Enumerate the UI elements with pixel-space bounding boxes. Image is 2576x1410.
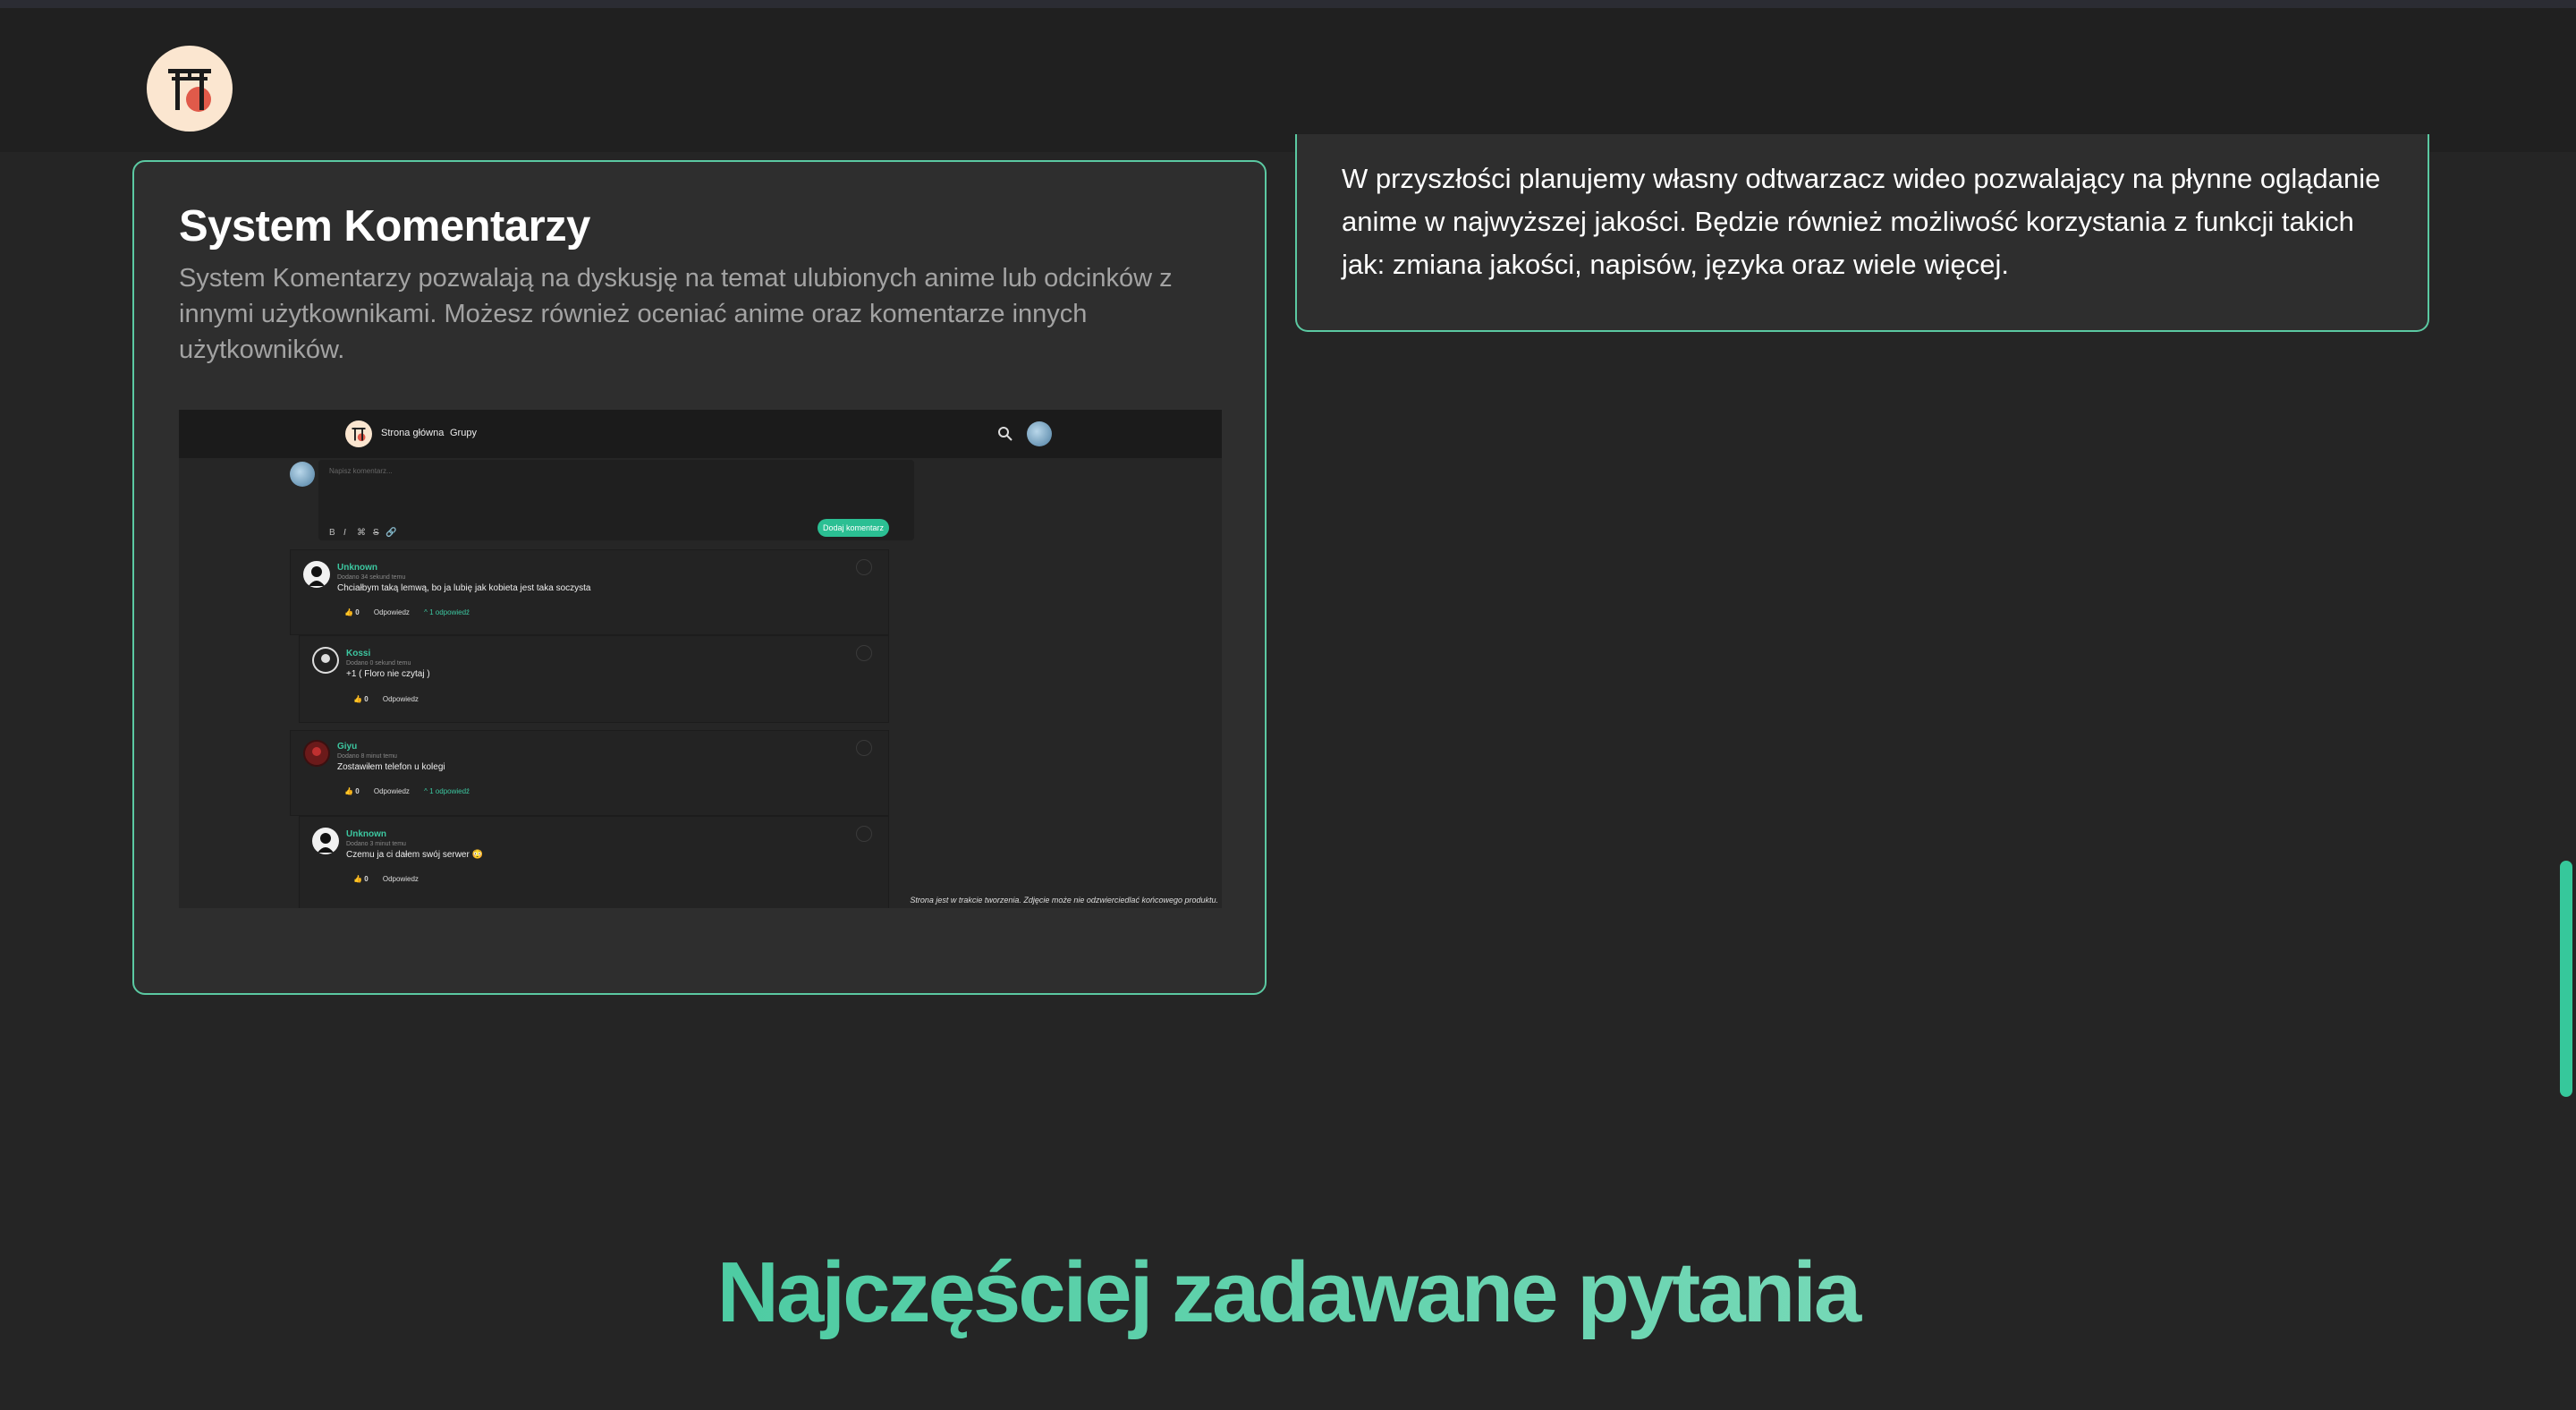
comment-text: Zostawiłem telefon u kolegi — [337, 762, 445, 772]
spoiler-icon: ⌘ — [357, 528, 366, 538]
comment-avatar — [303, 740, 330, 767]
replies-toggle: ^ 1 odpowiedź — [424, 787, 470, 795]
search-icon — [998, 427, 1013, 441]
like-count: 👍 0 — [353, 875, 369, 883]
like-count: 👍 0 — [344, 787, 360, 795]
comments-preview-image: Strona główna Grupy Napisz komentarz... … — [179, 410, 1222, 908]
comment-menu-icon — [856, 559, 872, 575]
card-description: System Komentarzy pozwalają na dyskusję … — [179, 264, 1173, 364]
comment-menu-icon — [856, 740, 872, 756]
card-title: System Komentarzy — [179, 202, 590, 251]
comment-actions: 👍 0 Odpowiedz ^ 1 odpowiedź — [344, 787, 482, 795]
reply-link: Odpowiedz — [382, 875, 419, 883]
comment-text: Chciałbym taką lemwą, bo ja lubię jak ko… — [337, 583, 591, 593]
faq-heading: Najczęściej zadawane pytania — [0, 1244, 2576, 1342]
comment-text: +1 ( Floro nie czytaj ) — [346, 669, 430, 679]
comment-actions: 👍 0 Odpowiedz ^ 1 odpowiedź — [344, 608, 482, 616]
editor-avatar — [290, 462, 315, 487]
card-description: W przyszłości planujemy własny odtwarzac… — [1342, 163, 2381, 280]
comment-reply-item: Unknown Dodano 3 minut temu Czemu ja ci … — [299, 816, 889, 908]
user-silhouette-icon — [309, 566, 325, 586]
site-logo[interactable] — [147, 46, 233, 132]
strike-icon: S — [373, 528, 379, 538]
preview-logo — [345, 420, 372, 447]
bold-icon: B — [329, 528, 335, 538]
replies-toggle: ^ 1 odpowiedź — [424, 608, 470, 616]
comment-item: Giyu Dodano 8 minut temu Zostawiłem tele… — [290, 730, 889, 816]
comment-time: Dodano 34 sekund temu — [337, 574, 406, 581]
preview-nav-groups: Grupy — [450, 428, 477, 438]
torii-logo-icon — [352, 428, 366, 442]
comment-actions: 👍 0 Odpowiedz — [353, 695, 431, 703]
user-avatar-icon — [305, 742, 328, 765]
comment-time: Dodano 3 minut temu — [346, 841, 406, 847]
add-comment-button: Dodaj komentarz — [818, 519, 889, 537]
comment-avatar — [312, 828, 339, 854]
preview-navbar: Strona główna Grupy — [179, 410, 1222, 458]
comment-avatar — [312, 647, 339, 674]
like-count: 👍 0 — [344, 608, 360, 616]
top-border — [0, 0, 2576, 8]
site-header — [0, 8, 2576, 152]
page-scrollbar[interactable] — [2560, 861, 2572, 1097]
user-avatar-icon — [314, 649, 337, 672]
feature-card-video-player: W przyszłości planujemy własny odtwarzac… — [1295, 134, 2429, 332]
comment-text: Czemu ja ci dałem swój serwer 😳 — [346, 850, 484, 860]
torii-logo-icon — [168, 69, 211, 112]
user-silhouette-icon — [318, 833, 334, 853]
comment-menu-icon — [856, 826, 872, 842]
comment-author: Kossi — [346, 649, 371, 658]
comment-author: Unknown — [346, 829, 386, 839]
comment-time: Dodano 8 minut temu — [337, 753, 397, 760]
comment-actions: 👍 0 Odpowiedz — [353, 875, 431, 883]
preview-disclaimer: Strona jest w trakcie tworzenia. Zdjęcie… — [910, 896, 1218, 905]
comment-reply-item: Kossi Dodano 0 sekund temu +1 ( Floro ni… — [299, 635, 889, 723]
italic-icon: I — [343, 528, 346, 538]
reply-link: Odpowiedz — [382, 695, 419, 703]
reply-link: Odpowiedz — [373, 608, 410, 616]
editor-placeholder: Napisz komentarz... — [329, 467, 393, 475]
comment-time: Dodano 0 sekund temu — [346, 660, 411, 667]
comment-menu-icon — [856, 645, 872, 661]
comment-author: Unknown — [337, 563, 377, 573]
reply-link: Odpowiedz — [373, 787, 410, 795]
comment-avatar — [303, 561, 330, 588]
preview-nav-home: Strona główna — [381, 428, 445, 438]
preview-user-avatar — [1027, 421, 1052, 446]
comment-item: Unknown Dodano 34 sekund temu Chciałbym … — [290, 549, 889, 635]
link-icon: 🔗 — [386, 528, 397, 538]
feature-card-comments: System Komentarzy System Komentarzy pozw… — [132, 160, 1267, 995]
like-count: 👍 0 — [353, 695, 369, 703]
comment-author: Giyu — [337, 742, 358, 752]
